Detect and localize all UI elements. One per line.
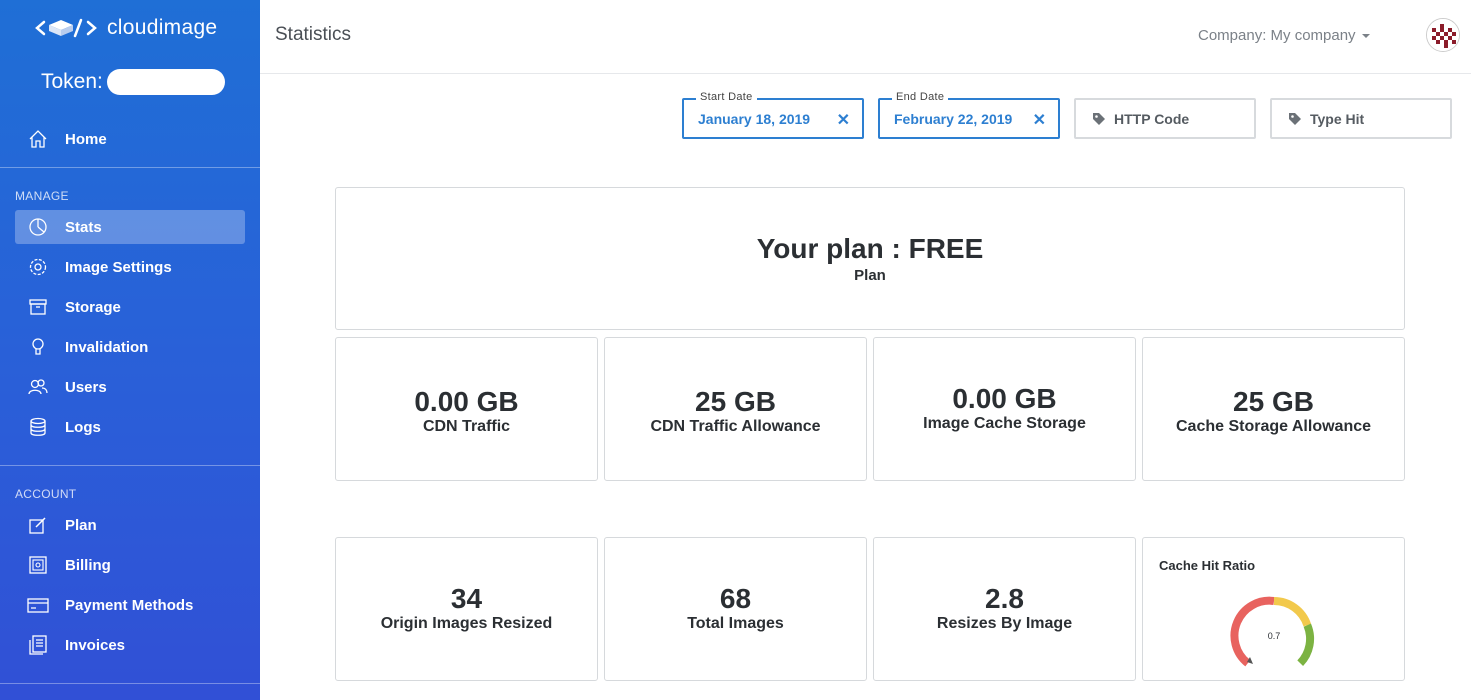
sidebar-item-label: Stats <box>65 218 102 236</box>
stat-card-cdn-traffic-allowance: 25 GB CDN Traffic Allowance <box>604 337 867 481</box>
cache-hit-ratio-gauge: 0.7 <box>1230 596 1315 667</box>
stat-card-resizes-by-image: 2.8 Resizes By Image <box>873 537 1136 681</box>
section-account: ACCOUNT <box>15 487 77 501</box>
home-icon <box>27 128 49 150</box>
plan-title: Your plan : FREE <box>756 233 984 264</box>
sidebar-item-label: Invoices <box>65 636 126 654</box>
cache-hit-ratio-card: Cache Hit Ratio 0.7 <box>1142 537 1405 681</box>
sidebar-item-plan[interactable]: Plan <box>15 508 245 542</box>
stat-label: CDN Traffic Allowance <box>650 418 821 435</box>
sidebar-item-label: Users <box>65 378 107 396</box>
logo[interactable]: cloudimage <box>35 16 217 40</box>
sidebar-item-logs[interactable]: Logs <box>15 410 245 444</box>
stat-label: Resizes By Image <box>936 615 1073 632</box>
edit-icon <box>27 514 49 536</box>
stat-label: Total Images <box>687 615 784 632</box>
invoice-icon <box>27 634 49 656</box>
start-date-field[interactable]: Start Date January 18, 2019 ✕ <box>682 91 864 139</box>
stat-value: 25 GB <box>695 386 776 417</box>
stat-card-total-images: 68 Total Images <box>604 537 867 681</box>
sidebar-item-image-settings[interactable]: Image Settings <box>15 250 245 284</box>
type-hit-placeholder: Type Hit <box>1310 111 1365 127</box>
stat-card-cache-storage-allowance: 25 GB Cache Storage Allowance <box>1142 337 1405 481</box>
start-date-label: Start Date <box>696 91 757 103</box>
stat-value: 34 <box>450 583 483 614</box>
gauge-value: 0.7 <box>1268 631 1281 641</box>
start-date-value: January 18, 2019 <box>698 111 811 127</box>
bulb-icon <box>27 336 49 358</box>
sidebar-item-invalidation[interactable]: Invalidation <box>15 330 245 364</box>
cloudimage-logo-icon <box>35 17 97 39</box>
sidebar-item-billing[interactable]: Billing <box>15 548 245 582</box>
sidebar-item-stats[interactable]: Stats <box>15 210 245 244</box>
http-code-select[interactable]: HTTP Code <box>1074 98 1256 139</box>
stat-label: Cache Storage Allowance <box>1175 418 1372 435</box>
end-date-clear-icon[interactable]: ✕ <box>1033 110 1046 130</box>
tag-icon <box>1092 112 1106 131</box>
sidebar-item-label: Invalidation <box>65 338 149 356</box>
logo-text: cloudimage <box>107 16 218 39</box>
token-value[interactable] <box>106 69 225 95</box>
sidebar-item-label: Home <box>65 130 107 148</box>
safe-icon <box>27 554 49 576</box>
users-icon <box>27 376 49 398</box>
stat-value: 68 <box>719 583 752 614</box>
gauge-title: Cache Hit Ratio <box>1159 558 1256 573</box>
sidebar-item-label: Payment Methods <box>65 596 194 614</box>
sidebar-item-users[interactable]: Users <box>15 370 245 404</box>
stat-value: 0.00 GB <box>414 386 519 417</box>
sidebar-item-invoices[interactable]: Invoices <box>15 628 245 662</box>
stat-card-origin-images-resized: 34 Origin Images Resized <box>335 537 598 681</box>
gauge-high-arc <box>1297 623 1315 666</box>
stat-card-image-cache-storage: 0.00 GB Image Cache Storage <box>873 337 1136 481</box>
sidebar-item-storage[interactable]: Storage <box>15 290 245 324</box>
caret-down-icon <box>1361 33 1370 38</box>
sidebar-item-label: Storage <box>65 298 121 316</box>
end-date-label: End Date <box>892 91 949 103</box>
sidebar-item-payment-methods[interactable]: Payment Methods <box>15 588 245 622</box>
credit-card-icon <box>27 594 49 616</box>
stat-label: Image Cache Storage <box>923 415 1086 432</box>
start-date-clear-icon[interactable]: ✕ <box>837 110 850 130</box>
avatar[interactable] <box>1426 18 1460 52</box>
sidebar-item-label: Plan <box>65 516 97 534</box>
sidebar-item-label: Logs <box>65 418 101 436</box>
plan-card: Your plan : FREE Plan <box>335 187 1405 330</box>
stat-label: Origin Images Resized <box>380 615 553 632</box>
stat-label: CDN Traffic <box>422 418 511 435</box>
gear-icon <box>27 256 49 278</box>
end-date-field[interactable]: End Date February 22, 2019 ✕ <box>878 91 1060 139</box>
stat-value: 25 GB <box>1233 386 1314 417</box>
stat-value: 2.8 <box>985 583 1024 614</box>
plan-subtitle: Plan <box>854 267 886 284</box>
token-label: Token: <box>41 70 103 93</box>
sidebar: cloudimage Token: Home MANAGE Stats Imag… <box>0 0 260 700</box>
http-code-placeholder: HTTP Code <box>1114 111 1190 127</box>
end-date-value: February 22, 2019 <box>894 111 1013 127</box>
archive-icon <box>27 296 49 318</box>
divider <box>0 167 260 168</box>
tag-icon <box>1288 112 1302 131</box>
gauge-mid-arc <box>1273 597 1312 627</box>
company-label: Company: My company <box>1198 27 1356 44</box>
sidebar-item-home[interactable]: Home <box>15 122 245 156</box>
sidebar-item-label: Billing <box>65 556 111 574</box>
divider <box>0 683 260 684</box>
stat-card-cdn-traffic: 0.00 GB CDN Traffic <box>335 337 598 481</box>
section-manage: MANAGE <box>15 189 69 203</box>
company-dropdown[interactable]: Company: My company <box>1198 27 1370 44</box>
type-hit-select[interactable]: Type Hit <box>1270 98 1452 139</box>
stat-value: 0.00 GB <box>952 383 1057 414</box>
token: Token: <box>41 69 225 95</box>
stats-icon <box>27 216 49 238</box>
page-title: Statistics <box>275 24 352 45</box>
database-icon <box>27 416 49 438</box>
divider <box>0 465 260 466</box>
header: Statistics Company: My company <box>260 0 1471 74</box>
sidebar-item-label: Image Settings <box>65 258 172 276</box>
